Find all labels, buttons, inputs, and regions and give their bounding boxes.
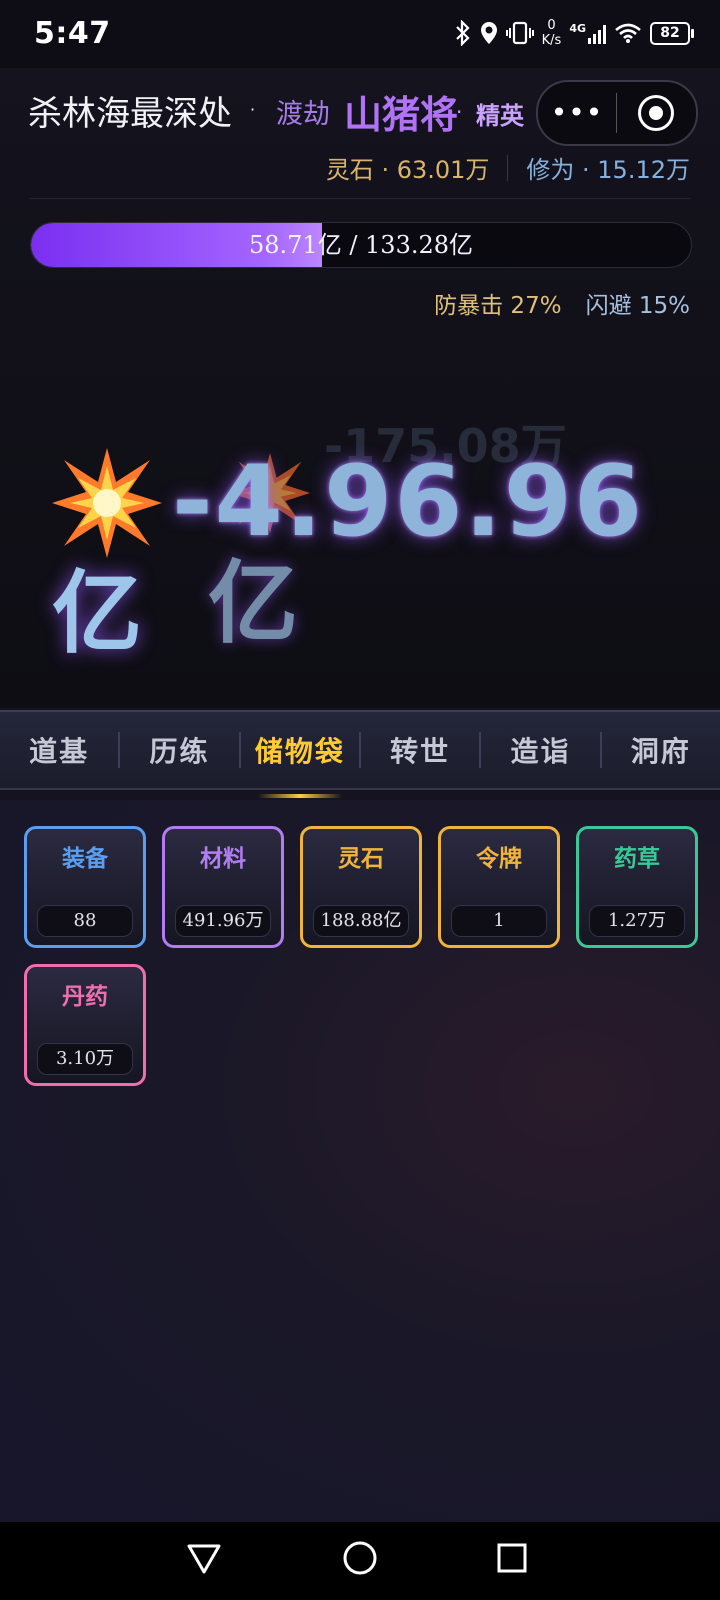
card-label: 丹药	[62, 984, 108, 1010]
card-count: 88	[37, 905, 133, 937]
dodge-stat: 闪避 15%	[585, 293, 690, 319]
tab-cave-dwelling[interactable]: 洞府	[602, 730, 720, 770]
tab-attainment[interactable]: 造诣	[481, 730, 599, 770]
resource-stats: 灵石 · 63.01万 修为 · 15.12万	[326, 150, 690, 185]
location-icon	[480, 22, 497, 44]
inventory-card-pills[interactable]: 丹药 3.10万	[24, 964, 146, 1086]
cellular-signal-icon: 4G	[569, 23, 606, 44]
inventory-card-equipment[interactable]: 装备 88	[24, 826, 146, 948]
tab-lilian[interactable]: 历练	[120, 730, 238, 770]
more-button[interactable]: •••	[538, 99, 616, 127]
inventory-card-materials[interactable]: 材料 491.96万	[162, 826, 284, 948]
net-speed: 0 K/s	[541, 18, 562, 48]
card-label: 令牌	[476, 846, 522, 872]
separator-dot: ·	[250, 100, 256, 119]
inventory-card-spirit-stones[interactable]: 灵石 188.88亿	[300, 826, 422, 948]
card-count: 1	[451, 905, 547, 937]
tab-reincarnation[interactable]: 转世	[361, 730, 479, 770]
card-label: 材料	[200, 846, 246, 872]
card-label: 灵石	[338, 846, 384, 872]
defense-stats: 防暴击 27% 闪避 15%	[434, 286, 690, 320]
hp-text: 58.71亿 / 133.28亿	[248, 231, 474, 259]
bluetooth-icon	[455, 20, 470, 46]
card-label: 装备	[62, 846, 108, 872]
location-name: 杀林海最深处	[28, 94, 232, 134]
battery-indicator: 82	[650, 21, 694, 45]
target-icon	[638, 95, 674, 131]
close-miniprogram-button[interactable]	[617, 95, 695, 131]
miniprogram-capsule: •••	[536, 80, 698, 146]
enemy-name: 山猪将	[344, 93, 459, 137]
damage-unit: 亿	[52, 561, 142, 666]
wifi-icon	[615, 23, 641, 43]
inventory-card-tokens[interactable]: 令牌 1	[438, 826, 560, 948]
spirit-stone-stat: 灵石 · 63.01万	[325, 156, 490, 184]
status-icons: 0 K/s 4G 82	[454, 18, 694, 48]
header-divider	[30, 198, 690, 199]
card-count: 3.10万	[37, 1043, 133, 1075]
damage-unit-faded: 亿	[208, 551, 298, 656]
enemy-rank: 精英	[476, 102, 524, 130]
tab-daoji[interactable]: 道基	[0, 730, 118, 770]
cultivation-stat: 修为 · 15.12万	[526, 156, 690, 184]
enemy-realm: 渡劫	[276, 99, 330, 130]
tab-storage-bag[interactable]: 储物袋	[241, 730, 359, 770]
anti-crit-stat: 防暴击 27%	[434, 293, 562, 319]
vibrate-icon	[505, 21, 534, 45]
home-circle-icon[interactable]	[342, 1540, 378, 1576]
status-time: 5:47	[34, 16, 111, 51]
tab-bar: 道基 历练 储物袋 转世 造诣 洞府	[0, 710, 720, 790]
back-triangle-icon[interactable]	[186, 1542, 222, 1576]
recents-square-icon[interactable]	[496, 1542, 528, 1574]
inventory-card-herbs[interactable]: 药草 1.27万	[576, 826, 698, 948]
storage-bag-panel: 装备 88 材料 491.96万 灵石 188.88亿 令牌 1 药草 1.27…	[0, 800, 720, 1522]
stat-divider	[507, 154, 509, 181]
separator-dot-2: ·	[456, 100, 463, 124]
card-label: 药草	[614, 846, 660, 872]
enemy-hp-bar: 58.71亿 / 133.28亿	[30, 222, 692, 268]
card-count: 188.88亿	[313, 905, 409, 937]
system-nav-bar	[0, 1522, 720, 1600]
card-count: 1.27万	[589, 905, 685, 937]
card-count: 491.96万	[175, 905, 271, 937]
active-tab-indicator	[258, 794, 342, 798]
